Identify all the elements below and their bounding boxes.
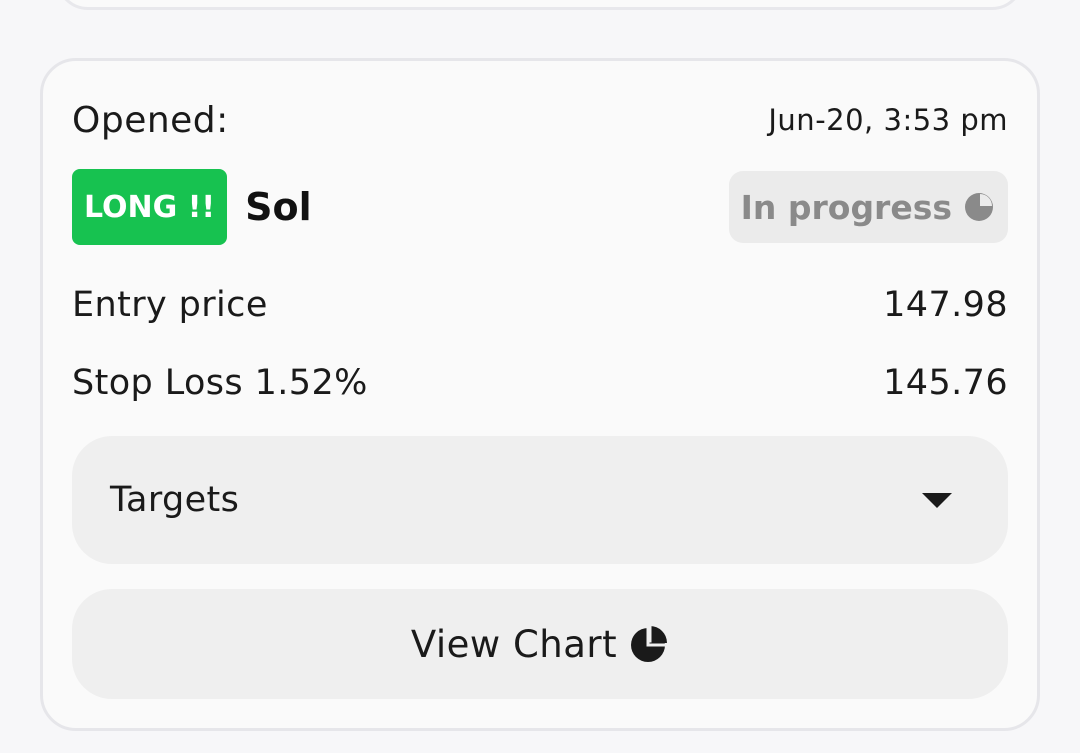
targets-label: Targets	[110, 480, 240, 520]
stop-loss-label: Stop Loss 1.52%	[72, 363, 368, 403]
entry-price-value: 147.98	[883, 285, 1008, 325]
view-chart-label: View Chart	[410, 622, 618, 666]
status-text: In progress	[740, 187, 952, 227]
direction-badge: LONG !!	[72, 169, 228, 245]
view-chart-button[interactable]: View Chart	[72, 589, 1008, 699]
pair-name: Sol	[245, 185, 312, 229]
opened-label: Opened:	[72, 99, 229, 141]
stop-loss-row: Stop Loss 1.52% 145.76	[72, 358, 1008, 408]
entry-price-row: Entry price 147.98	[72, 280, 1008, 330]
pair-info: LONG !! Sol	[72, 169, 312, 245]
entry-price-label: Entry price	[72, 285, 268, 325]
opened-date: Jun-20, 3:53 pm	[768, 103, 1008, 137]
pair-row: LONG !! Sol In progress	[72, 168, 1008, 246]
stop-loss-value: 145.76	[883, 363, 1008, 403]
pie-chart-icon	[631, 625, 668, 662]
caret-down-icon	[922, 492, 952, 508]
targets-dropdown[interactable]: Targets	[72, 436, 1008, 564]
page: Opened: Jun-20, 3:53 pm LONG !! Sol In p…	[0, 0, 1080, 753]
status-badge: In progress	[728, 171, 1008, 243]
previous-signal-card	[56, 0, 1024, 10]
pie-progress-icon	[965, 193, 993, 221]
opened-row: Opened: Jun-20, 3:53 pm	[72, 96, 1008, 144]
